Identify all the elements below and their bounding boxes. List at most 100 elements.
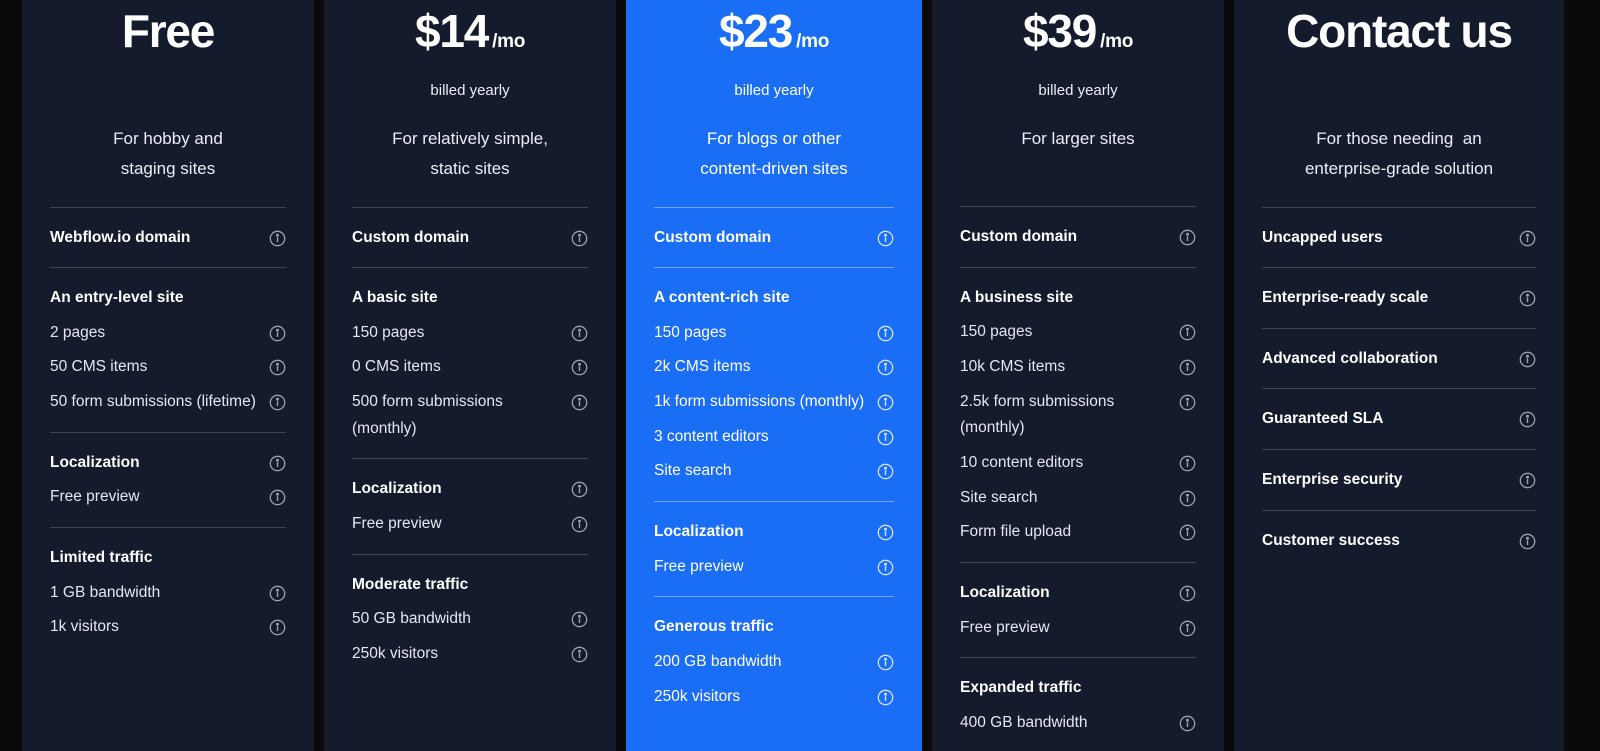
info-circle-icon[interactable] bbox=[1519, 533, 1536, 550]
info-circle-icon[interactable] bbox=[1179, 324, 1196, 341]
feature-info-button[interactable] bbox=[571, 511, 588, 533]
info-circle-icon[interactable] bbox=[269, 619, 286, 636]
feature-info-button[interactable] bbox=[877, 519, 894, 541]
feature-group: A basic site 150 pages 0 CMS items 500 form… bbox=[352, 267, 588, 458]
info-circle-icon[interactable] bbox=[1179, 524, 1196, 541]
info-circle-icon[interactable] bbox=[877, 394, 894, 411]
feature-info-button[interactable] bbox=[571, 354, 588, 376]
info-circle-icon[interactable] bbox=[571, 611, 588, 628]
feature-info-button[interactable] bbox=[877, 424, 894, 446]
info-circle-icon[interactable] bbox=[877, 230, 894, 247]
info-circle-icon[interactable] bbox=[269, 585, 286, 602]
plan-card-free[interactable]: Free For hobby and staging sites Webflow.i… bbox=[22, 0, 314, 751]
feature-info-button[interactable] bbox=[571, 641, 588, 663]
feature-group: Webflow.io domain bbox=[50, 206, 286, 268]
info-circle-icon[interactable] bbox=[1179, 585, 1196, 602]
feature-info-button[interactable] bbox=[571, 320, 588, 342]
plan-card-business[interactable]: $39/mo billed yearly For larger sites Custo… bbox=[932, 0, 1224, 751]
info-circle-icon[interactable] bbox=[269, 394, 286, 411]
info-circle-icon[interactable] bbox=[571, 516, 588, 533]
feature-info-button[interactable] bbox=[877, 684, 894, 706]
feature-info-button[interactable] bbox=[1179, 224, 1196, 246]
info-circle-icon[interactable] bbox=[1179, 359, 1196, 376]
feature-info-button[interactable] bbox=[571, 389, 588, 411]
info-circle-icon[interactable] bbox=[877, 359, 894, 376]
info-circle-icon[interactable] bbox=[571, 359, 588, 376]
info-circle-icon[interactable] bbox=[877, 325, 894, 342]
feature-info-button[interactable] bbox=[269, 450, 286, 472]
feature-info-button[interactable] bbox=[877, 320, 894, 342]
feature-info-button[interactable] bbox=[877, 225, 894, 247]
info-circle-icon[interactable] bbox=[1179, 490, 1196, 507]
info-circle-icon[interactable] bbox=[1519, 290, 1536, 307]
feature-info-button[interactable] bbox=[877, 458, 894, 480]
feature-info-button[interactable] bbox=[1179, 519, 1196, 541]
feature-info-button[interactable] bbox=[269, 354, 286, 376]
feature-info-button[interactable] bbox=[1179, 710, 1196, 732]
feature-info-button[interactable] bbox=[1179, 485, 1196, 507]
feature-info-button[interactable] bbox=[1179, 354, 1196, 376]
card-gap bbox=[314, 0, 324, 751]
feature-label: Enterprise security bbox=[1262, 471, 1403, 489]
info-circle-icon[interactable] bbox=[1179, 394, 1196, 411]
plan-card-enterprise[interactable]: Contact us For those needing an enterpris… bbox=[1234, 0, 1564, 751]
info-circle-icon[interactable] bbox=[571, 394, 588, 411]
feature-info-button[interactable] bbox=[269, 320, 286, 342]
info-circle-icon[interactable] bbox=[1519, 472, 1536, 489]
feature-info-button[interactable] bbox=[269, 225, 286, 247]
info-circle-icon[interactable] bbox=[571, 325, 588, 342]
plan-card-basic[interactable]: $14/mo billed yearly For relatively simple… bbox=[324, 0, 616, 751]
feature-info-button[interactable] bbox=[1519, 346, 1536, 368]
feature-info-button[interactable] bbox=[1519, 285, 1536, 307]
feature-info-button[interactable] bbox=[1519, 406, 1536, 428]
info-circle-icon[interactable] bbox=[269, 455, 286, 472]
info-circle-icon[interactable] bbox=[1179, 229, 1196, 246]
info-circle-icon[interactable] bbox=[571, 481, 588, 498]
feature-label: Enterprise-ready scale bbox=[1262, 289, 1429, 307]
info-circle-icon[interactable] bbox=[269, 230, 286, 247]
feature-info-button[interactable] bbox=[877, 389, 894, 411]
feature-info-button[interactable] bbox=[1179, 580, 1196, 602]
feature-info-button[interactable] bbox=[269, 484, 286, 506]
feature-group: Customer success bbox=[1262, 509, 1536, 571]
info-circle-icon[interactable] bbox=[877, 429, 894, 446]
info-circle-icon[interactable] bbox=[571, 230, 588, 247]
feature-info-button[interactable] bbox=[877, 354, 894, 376]
feature-info-button[interactable] bbox=[1519, 225, 1536, 247]
feature-info-button[interactable] bbox=[1519, 528, 1536, 550]
info-circle-icon[interactable] bbox=[1519, 411, 1536, 428]
info-circle-icon[interactable] bbox=[877, 524, 894, 541]
feature-info-button[interactable] bbox=[1179, 319, 1196, 341]
plan-card-cms[interactable]: $23/mo billed yearly For blogs or other co… bbox=[626, 0, 922, 751]
feature-info-button[interactable] bbox=[1179, 615, 1196, 637]
info-circle-icon[interactable] bbox=[1519, 351, 1536, 368]
info-circle-icon[interactable] bbox=[1519, 230, 1536, 247]
info-circle-icon[interactable] bbox=[1179, 715, 1196, 732]
feature-info-button[interactable] bbox=[269, 580, 286, 602]
feature-info-button[interactable] bbox=[877, 649, 894, 671]
feature-label: Webflow.io domain bbox=[50, 228, 191, 246]
feature-info-button[interactable] bbox=[571, 225, 588, 247]
feature-row: Site search bbox=[654, 454, 894, 489]
feature-info-button[interactable] bbox=[1179, 450, 1196, 472]
info-circle-icon[interactable] bbox=[269, 325, 286, 342]
info-circle-icon[interactable] bbox=[571, 646, 588, 663]
feature-info-button[interactable] bbox=[1179, 389, 1196, 411]
feature-label: 2.5k form submissions (monthly) bbox=[960, 392, 1115, 437]
plan-billing-note: billed yearly bbox=[430, 82, 510, 99]
feature-info-button[interactable] bbox=[269, 614, 286, 636]
feature-info-button[interactable] bbox=[877, 554, 894, 576]
feature-info-button[interactable] bbox=[571, 606, 588, 628]
info-circle-icon[interactable] bbox=[269, 489, 286, 506]
info-circle-icon[interactable] bbox=[877, 463, 894, 480]
feature-info-button[interactable] bbox=[571, 476, 588, 498]
feature-label: 150 pages bbox=[960, 323, 1033, 341]
feature-info-button[interactable] bbox=[269, 389, 286, 411]
feature-info-button[interactable] bbox=[1519, 467, 1536, 489]
info-circle-icon[interactable] bbox=[1179, 620, 1196, 637]
info-circle-icon[interactable] bbox=[269, 359, 286, 376]
info-circle-icon[interactable] bbox=[1179, 455, 1196, 472]
info-circle-icon[interactable] bbox=[877, 689, 894, 706]
info-circle-icon[interactable] bbox=[877, 559, 894, 576]
info-circle-icon[interactable] bbox=[877, 654, 894, 671]
